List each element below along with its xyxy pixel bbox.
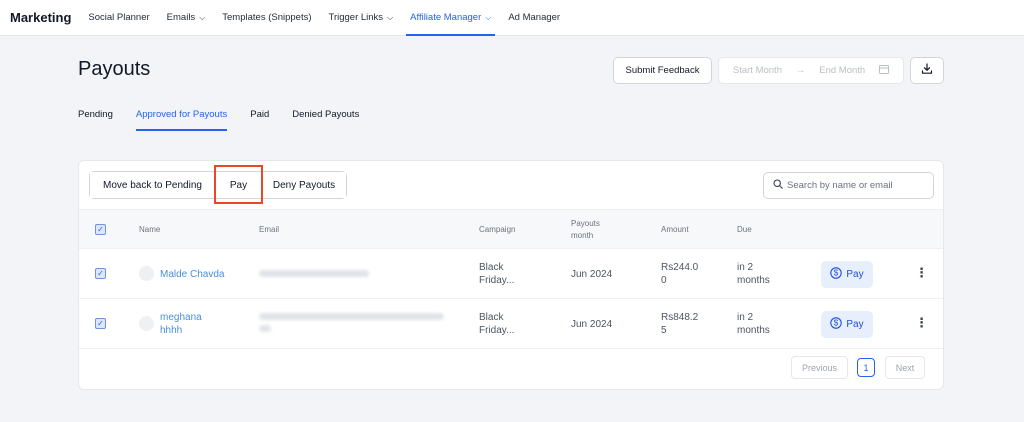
nav-trigger-links[interactable]: Trigger Links ⌵ (329, 0, 394, 36)
campaign-line: Friday... (479, 275, 515, 286)
nav-label: Social Planner (88, 12, 150, 23)
checkbox-checked-icon: ✓ (97, 318, 104, 328)
nav-label: Templates (Snippets) (222, 12, 312, 23)
brand-title: Marketing (10, 10, 72, 25)
chevron-down-icon: ⌵ (199, 12, 206, 22)
column-header-due: Due (737, 225, 752, 234)
affiliate-name-link[interactable]: meghana hhhh (160, 311, 202, 337)
campaign-cell: Black Friday... (479, 261, 514, 287)
nav-ad-manager[interactable]: Ad Manager (508, 0, 560, 36)
pay-selected-button[interactable]: Pay (215, 172, 261, 198)
table-header: ✓ Name Email Campaign Payouts month Amou… (79, 209, 943, 249)
due-cell: in 2 months (737, 261, 770, 287)
search-icon (773, 179, 783, 192)
due-line: months (737, 275, 770, 286)
payouts-card: Move back to Pending Pay Deny Payouts ✓ … (78, 160, 944, 390)
affiliate-name[interactable]: meghana (160, 311, 202, 324)
campaign-line: Black (479, 262, 504, 273)
avatar (139, 266, 154, 281)
page-number-current[interactable]: 1 (857, 358, 875, 377)
page-title: Payouts (78, 58, 151, 80)
more-vertical-icon[interactable]: ⋮ (915, 315, 928, 331)
nav-emails[interactable]: Emails ⌵ (167, 0, 206, 36)
download-button[interactable] (910, 57, 944, 84)
campaign-line: Friday... (479, 325, 515, 336)
previous-page-button[interactable]: Previous (791, 356, 848, 379)
end-month-input[interactable]: End Month (819, 65, 865, 76)
search-field[interactable] (763, 172, 934, 199)
payout-tabs: Pending Approved for Payouts Paid Denied… (78, 109, 359, 131)
tab-approved-for-payouts[interactable]: Approved for Payouts (135, 109, 228, 131)
nav-label: Emails (166, 12, 196, 23)
campaign-line: Black (479, 312, 504, 323)
download-icon (921, 63, 933, 78)
column-header-campaign: Campaign (479, 225, 516, 234)
arrow-right-icon: → (795, 65, 806, 76)
checkbox-checked-icon: ✓ (97, 224, 104, 234)
submit-feedback-button[interactable]: Submit Feedback (613, 57, 712, 84)
nav-label: Ad Manager (508, 12, 561, 23)
search-input[interactable] (787, 180, 917, 191)
row-pay-button[interactable]: $ Pay (821, 261, 873, 288)
nav-social-planner[interactable]: Social Planner (88, 0, 149, 36)
due-line: months (737, 325, 770, 336)
next-page-button[interactable]: Next (885, 356, 925, 379)
affiliate-name-link[interactable]: Malde Chavda (160, 268, 224, 281)
amount-cell: Rs848.2 5 (661, 311, 698, 337)
more-vertical-icon[interactable]: ⋮ (915, 265, 928, 281)
column-header-line: month (571, 231, 594, 240)
select-all-checkbox[interactable]: ✓ (95, 224, 106, 235)
row-checkbox[interactable]: ✓ (95, 318, 106, 329)
amount-line: 0 (661, 275, 667, 286)
tab-denied-payouts[interactable]: Denied Payouts (292, 109, 359, 131)
avatar (139, 316, 154, 331)
email-redacted (259, 270, 369, 277)
amount-line: Rs848.2 (661, 312, 699, 323)
affiliate-name-line-2[interactable]: hhhh (160, 324, 202, 337)
column-header-email: Email (259, 225, 280, 234)
dollar-circle-icon: $ (830, 267, 843, 282)
due-cell: in 2 months (737, 311, 770, 337)
tab-paid[interactable]: Paid (250, 109, 269, 131)
email-redacted (259, 325, 271, 332)
due-line: in 2 (737, 262, 754, 273)
tab-pending[interactable]: Pending (78, 109, 113, 131)
top-nav: Marketing Social Planner Emails ⌵ Templa… (0, 0, 1024, 36)
svg-text:$: $ (834, 319, 839, 328)
column-header-payouts-month: Payouts month (571, 218, 600, 242)
campaign-cell: Black Friday... (479, 311, 514, 337)
due-line: in 2 (737, 312, 754, 323)
bulk-action-group: Move back to Pending Pay Deny Payouts (89, 171, 347, 199)
pay-label: Pay (846, 269, 864, 280)
deny-payouts-button[interactable]: Deny Payouts (261, 172, 346, 198)
column-header-name: Name (139, 225, 161, 234)
amount-cell: Rs244.0 0 (661, 261, 698, 287)
amount-line: 5 (661, 325, 667, 336)
email-redacted (259, 313, 444, 320)
amount-line: Rs244.0 (661, 262, 699, 273)
table-row: ✓ meghana hhhh Black Friday... Jun 2024 … (79, 299, 943, 349)
move-back-to-pending-button[interactable]: Move back to Pending (90, 172, 215, 198)
pay-label: Pay (846, 319, 864, 330)
payout-month-cell: Jun 2024 (571, 269, 613, 280)
column-header-line: Payouts (571, 219, 600, 228)
chevron-down-icon: ⌵ (387, 12, 394, 22)
svg-text:$: $ (834, 269, 839, 278)
table-row: ✓ Malde Chavda Black Friday... Jun 2024 … (79, 249, 943, 299)
affiliate-name[interactable]: Malde Chavda (160, 269, 224, 280)
payout-month-cell: Jun 2024 (571, 319, 613, 330)
chevron-down-icon: ⌵ (485, 12, 492, 22)
nav-label: Affiliate Manager (410, 12, 482, 23)
column-header-amount: Amount (661, 225, 689, 234)
nav-label: Trigger Links (328, 12, 384, 23)
nav-affiliate-manager[interactable]: Affiliate Manager ⌵ (406, 0, 496, 36)
month-range-picker[interactable]: Start Month → End Month (718, 57, 904, 84)
checkbox-checked-icon: ✓ (97, 268, 104, 278)
nav-templates[interactable]: Templates (Snippets) (222, 0, 311, 36)
calendar-icon (879, 64, 890, 77)
row-pay-button[interactable]: $ Pay (821, 311, 873, 338)
start-month-input[interactable]: Start Month (733, 65, 782, 76)
dollar-circle-icon: $ (830, 317, 843, 332)
row-checkbox[interactable]: ✓ (95, 268, 106, 279)
